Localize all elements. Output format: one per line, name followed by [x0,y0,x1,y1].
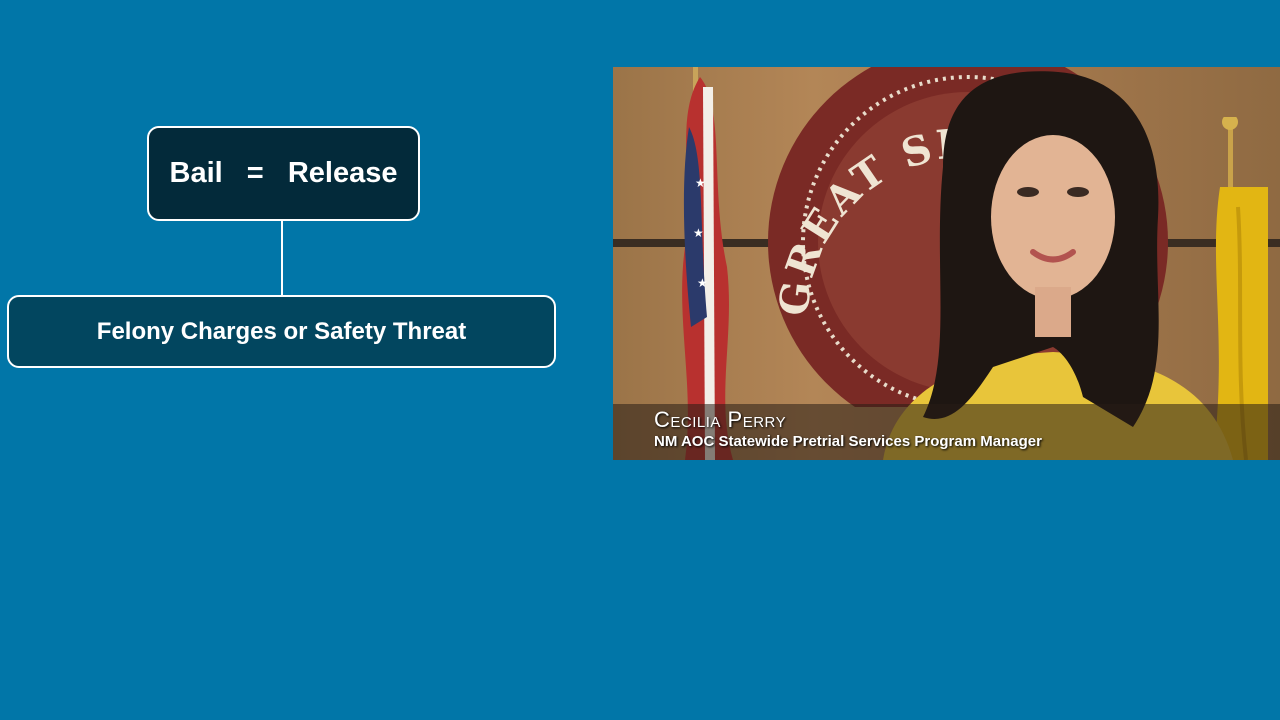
svg-text:★: ★ [697,276,708,290]
speaker-name: Cecilia Perry [654,407,787,432]
bail-release-label: Bail = Release [169,157,398,189]
felony-safety-label: Felony Charges or Safety Threat [96,317,467,345]
speaker-image [883,71,1233,460]
felony-safety-box: Felony Charges or Safety Threat [7,295,556,368]
diagram-connector-line [281,221,283,296]
speaker-title: NM AOC Statewide Pretrial Services Progr… [654,433,1042,450]
us-flag-image: ★ ★ ★ [682,67,733,460]
bail-release-box: Bail = Release [147,126,420,221]
speaker-video: GREAT SEAL OF THE STATE OF NEW MEXICO ★ … [613,67,1280,460]
svg-text:★: ★ [693,226,704,240]
svg-text:★: ★ [695,176,706,190]
